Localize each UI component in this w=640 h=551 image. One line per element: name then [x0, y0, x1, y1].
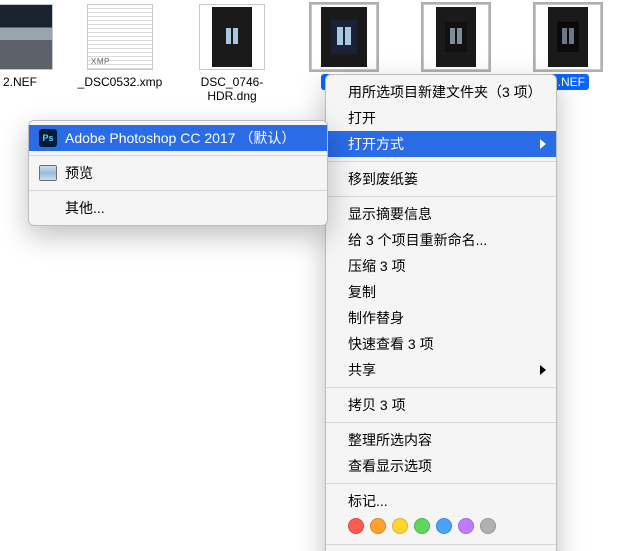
submenu-item-photoshop[interactable]: Ps Adobe Photoshop CC 2017 （默认） [29, 125, 327, 151]
menu-item-show-view-options[interactable]: 查看显示选项 [326, 453, 556, 479]
file-thumbnail [87, 4, 153, 70]
window-icon [221, 22, 243, 52]
menu-item-label: 复制 [348, 284, 376, 300]
menu-separator [326, 483, 556, 484]
menu-item-copy[interactable]: 拷贝 3 项 [326, 392, 556, 418]
menu-item-label: 快速查看 3 项 [348, 336, 434, 352]
menu-item-label: 打开方式 [348, 136, 404, 152]
file-name-label: _DSC0532.xmp [74, 74, 167, 90]
window-icon [557, 22, 579, 52]
menu-item-duplicate[interactable]: 复制 [326, 279, 556, 305]
file-thumbnail [423, 4, 489, 70]
menu-item-label: 查看显示选项 [348, 458, 432, 474]
tag-dot-orange[interactable] [370, 518, 386, 534]
window-icon [445, 22, 467, 52]
menu-item-clean-up-selection[interactable]: 整理所选内容 [326, 427, 556, 453]
menu-separator [326, 161, 556, 162]
menu-item-label: 打开 [348, 110, 376, 126]
preview-app-icon [39, 164, 57, 182]
menu-item-label: 压缩 3 项 [348, 258, 406, 274]
menu-separator [326, 387, 556, 388]
file-item[interactable]: DSC_0746- HDR.dng [182, 4, 282, 104]
menu-item-label: Adobe Photoshop CC 2017 （默认） [65, 130, 295, 146]
tag-dot-purple[interactable] [458, 518, 474, 534]
menu-separator [326, 422, 556, 423]
file-item[interactable]: 2.NEF [0, 4, 70, 90]
menu-item-open[interactable]: 打开 [326, 105, 556, 131]
menu-item-make-alias[interactable]: 制作替身 [326, 305, 556, 331]
menu-item-label: 移到废纸篓 [348, 171, 418, 187]
menu-separator [29, 190, 327, 191]
menu-item-move-to-trash[interactable]: 移到废纸篓 [326, 166, 556, 192]
menu-separator [326, 544, 556, 545]
open-with-submenu: Ps Adobe Photoshop CC 2017 （默认） 预览 其他... [28, 120, 328, 226]
menu-item-label: 制作替身 [348, 310, 404, 326]
submenu-item-preview[interactable]: 预览 [29, 160, 327, 186]
menu-separator [326, 196, 556, 197]
menu-item-label: 标记... [348, 493, 388, 509]
context-menu: 用所选项目新建文件夹（3 项） 打开 打开方式 移到废纸篓 显示摘要信息 给 3… [325, 74, 557, 551]
menu-item-label: 用所选项目新建文件夹（3 项） [348, 84, 542, 100]
menu-item-compress[interactable]: 压缩 3 项 [326, 253, 556, 279]
file-thumbnail [0, 4, 53, 70]
menu-item-new-folder-with-selection[interactable]: 用所选项目新建文件夹（3 项） [326, 79, 556, 105]
menu-item-share[interactable]: 共享 [326, 357, 556, 383]
file-item[interactable]: _DSC0532.xmp [70, 4, 170, 90]
menu-separator [29, 155, 327, 156]
menu-item-open-with[interactable]: 打开方式 [326, 131, 556, 157]
menu-item-label: 拷贝 3 项 [348, 397, 406, 413]
menu-item-label: 给 3 个项目重新命名... [348, 232, 487, 248]
menu-item-rename[interactable]: 给 3 个项目重新命名... [326, 227, 556, 253]
menu-item-label: 整理所选内容 [348, 432, 432, 448]
menu-item-label: 预览 [65, 165, 93, 181]
tag-dot-blue[interactable] [436, 518, 452, 534]
file-thumbnail [311, 4, 377, 70]
tag-dot-gray[interactable] [480, 518, 496, 534]
photoshop-icon: Ps [39, 129, 57, 147]
submenu-item-other[interactable]: 其他... [29, 195, 327, 221]
tag-dot-red[interactable] [348, 518, 364, 534]
chevron-right-icon [540, 365, 546, 375]
file-name-label: DSC_0746- HDR.dng [197, 74, 268, 104]
menu-item-show-summary[interactable]: 显示摘要信息 [326, 201, 556, 227]
menu-item-label: 显示摘要信息 [348, 206, 432, 222]
tag-dot-green[interactable] [414, 518, 430, 534]
menu-item-label: 其他... [65, 200, 105, 216]
file-thumbnail [199, 4, 265, 70]
file-name-label: 2.NEF [0, 74, 41, 90]
menu-item-tags[interactable]: 标记... [326, 488, 556, 514]
tag-color-row [326, 514, 556, 540]
file-thumbnail [535, 4, 601, 70]
menu-item-label: 共享 [348, 362, 376, 378]
chevron-right-icon [540, 139, 546, 149]
menu-item-quick-look[interactable]: 快速查看 3 项 [326, 331, 556, 357]
window-icon [331, 20, 357, 54]
tag-dot-yellow[interactable] [392, 518, 408, 534]
